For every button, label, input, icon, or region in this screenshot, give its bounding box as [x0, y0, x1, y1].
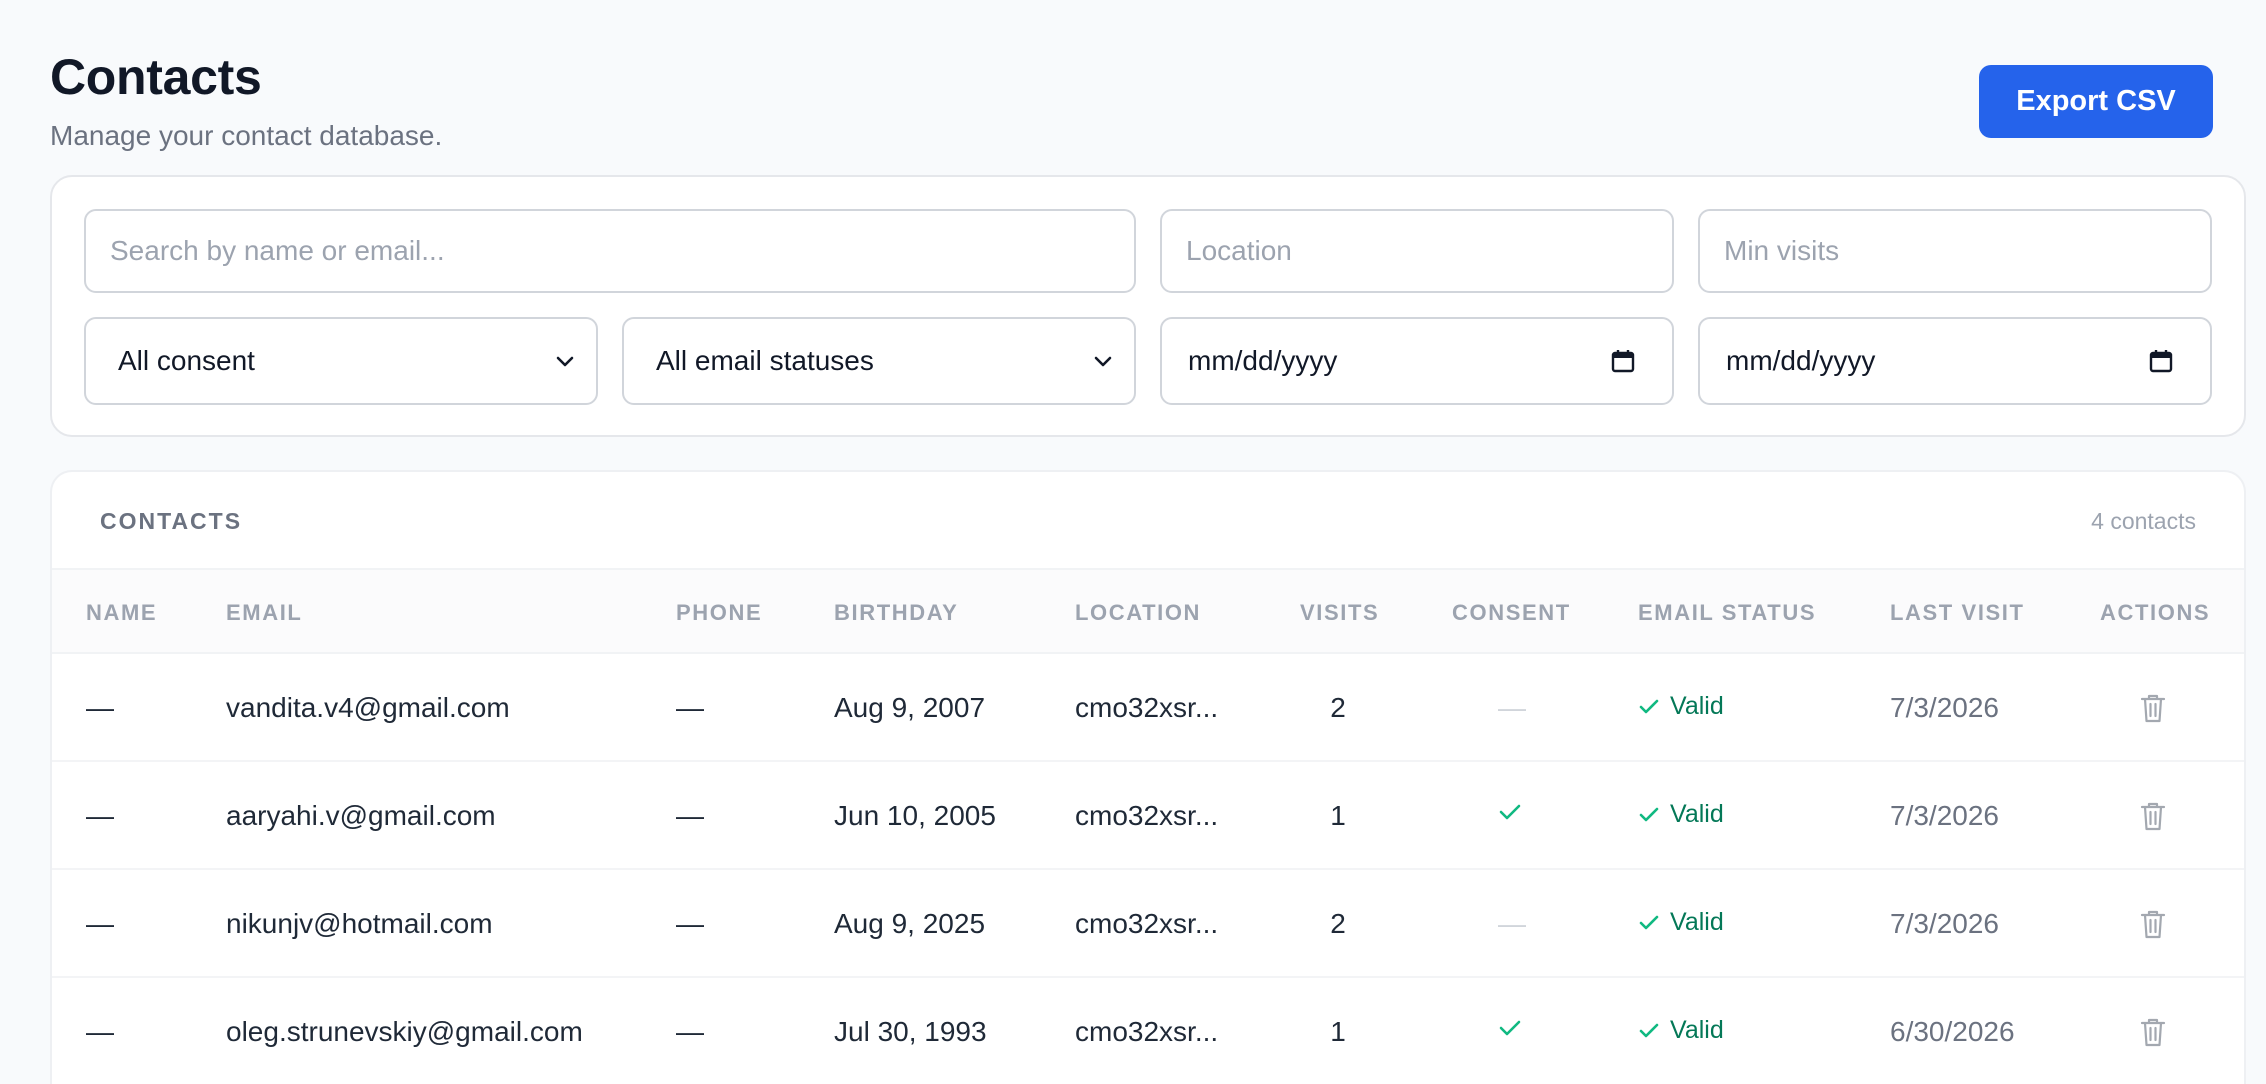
consent-check-icon [1499, 1020, 1521, 1036]
cell-location: cmo32xsr... [1075, 800, 1219, 831]
cell-last-visit: 7/3/2026 [1890, 800, 1999, 831]
cell-location: cmo32xsr... [1075, 1016, 1219, 1047]
search-input[interactable] [110, 235, 1110, 267]
table-title: CONTACTS [100, 508, 243, 534]
calendar-icon[interactable] [1610, 348, 1636, 374]
column-header-phone[interactable]: PHONE [676, 600, 762, 626]
table-row[interactable]: — aaryahi.v@gmail.com — Jun 10, 2005 cmo… [52, 762, 2244, 870]
check-icon [1639, 807, 1659, 821]
cell-name: — [86, 692, 114, 723]
email-status-badge: Valid [1638, 1016, 1724, 1045]
cell-email: vandita.v4@gmail.com [226, 692, 510, 723]
email-status-select[interactable]: All email statuses [622, 317, 1136, 405]
cell-location: cmo32xsr... [1075, 908, 1219, 939]
table-header: NAME EMAIL PHONE BIRTHDAY LOCATION VISIT… [52, 570, 2244, 654]
email-status-label: Valid [1670, 692, 1724, 720]
email-status-select-value: All email statuses [656, 345, 874, 376]
consent-select-value: All consent [118, 345, 255, 376]
email-status-badge: Valid [1638, 800, 1724, 829]
email-status-badge: Valid [1638, 908, 1724, 937]
search-field[interactable] [84, 209, 1136, 293]
cell-visits: 1 [1330, 800, 1346, 831]
date-from-value: mm/dd/yyyy [1188, 345, 1338, 376]
trash-icon[interactable] [2138, 1016, 2168, 1048]
column-header-email[interactable]: EMAIL [226, 600, 302, 626]
cell-birthday: Jun 10, 2005 [834, 800, 996, 831]
export-csv-button[interactable]: Export CSV [1979, 65, 2213, 138]
table-row[interactable]: — vandita.v4@gmail.com — Aug 9, 2007 cmo… [52, 654, 2244, 762]
trash-icon[interactable] [2138, 800, 2168, 832]
column-header-consent[interactable]: CONSENT [1452, 600, 1571, 626]
consent-check-icon [1499, 804, 1521, 820]
date-to-field[interactable]: mm/dd/yyyy [1698, 317, 2212, 405]
check-icon [1639, 915, 1659, 929]
consent-select[interactable]: All consent [84, 317, 598, 405]
column-header-name[interactable]: NAME [86, 600, 157, 626]
column-header-birthday[interactable]: BIRTHDAY [834, 600, 958, 626]
cell-name: — [86, 908, 114, 939]
cell-visits: 1 [1330, 1016, 1346, 1047]
cell-birthday: Aug 9, 2007 [834, 692, 986, 723]
date-to-value: mm/dd/yyyy [1726, 345, 1876, 376]
cell-visits: 2 [1330, 908, 1346, 939]
table-title-bar: CONTACTS 4 contacts [52, 472, 2244, 570]
table-row[interactable]: — nikunjv@hotmail.com — Aug 9, 2025 cmo3… [52, 870, 2244, 978]
filter-panel: All consent All email statuses mm/dd/yyy… [50, 175, 2246, 437]
cell-last-visit: 6/30/2026 [1890, 1016, 2015, 1047]
cell-phone: — [676, 692, 704, 723]
cell-visits: 2 [1330, 692, 1346, 723]
calendar-icon[interactable] [2148, 348, 2174, 374]
cell-last-visit: 7/3/2026 [1890, 692, 1999, 723]
email-status-label: Valid [1670, 908, 1724, 936]
column-header-email-status[interactable]: EMAIL STATUS [1638, 600, 1816, 626]
cell-consent-none: — [1498, 692, 1526, 723]
column-header-actions: ACTIONS [2100, 600, 2211, 625]
cell-birthday: Jul 30, 1993 [834, 1016, 987, 1047]
cell-email: oleg.strunevskiy@gmail.com [226, 1016, 583, 1047]
check-icon [1639, 1023, 1659, 1037]
trash-icon[interactable] [2138, 692, 2168, 724]
cell-birthday: Aug 9, 2025 [834, 908, 986, 939]
trash-icon[interactable] [2138, 908, 2168, 940]
column-header-last-visit[interactable]: LAST VISIT [1890, 600, 2025, 626]
cell-phone: — [676, 908, 704, 939]
contacts-count: 4 contacts [2091, 508, 2196, 534]
cell-phone: — [676, 1016, 704, 1047]
location-field[interactable] [1160, 209, 1674, 293]
column-header-location[interactable]: LOCATION [1075, 600, 1201, 626]
cell-email: aaryahi.v@gmail.com [226, 800, 496, 831]
min-visits-field[interactable] [1698, 209, 2212, 293]
cell-last-visit: 7/3/2026 [1890, 908, 1999, 939]
contacts-page: Contacts Manage your contact database. E… [0, 0, 2266, 1084]
cell-consent-none: — [1498, 908, 1526, 939]
check-icon [1639, 699, 1659, 713]
cell-location: cmo32xsr... [1075, 692, 1219, 723]
cell-email: nikunjv@hotmail.com [226, 908, 493, 939]
chevron-down-icon [1090, 348, 1116, 374]
location-input[interactable] [1186, 235, 1648, 267]
cell-name: — [86, 1016, 114, 1047]
contacts-table-card: CONTACTS 4 contacts NAME EMAIL PHONE BIR… [50, 470, 2246, 1084]
cell-name: — [86, 800, 114, 831]
page-title: Contacts [50, 49, 262, 105]
email-status-label: Valid [1670, 1016, 1724, 1044]
table-row[interactable]: — oleg.strunevskiy@gmail.com — Jul 30, 1… [52, 978, 2244, 1084]
page-header: Contacts Manage your contact database. E… [50, 0, 2216, 175]
column-header-visits[interactable]: VISITS [1300, 600, 1379, 626]
email-status-label: Valid [1670, 800, 1724, 828]
page-subtitle: Manage your contact database. [50, 120, 443, 151]
cell-phone: — [676, 800, 704, 831]
email-status-badge: Valid [1638, 692, 1724, 721]
date-from-field[interactable]: mm/dd/yyyy [1160, 317, 1674, 405]
chevron-down-icon [552, 348, 578, 374]
min-visits-input[interactable] [1724, 235, 2186, 267]
